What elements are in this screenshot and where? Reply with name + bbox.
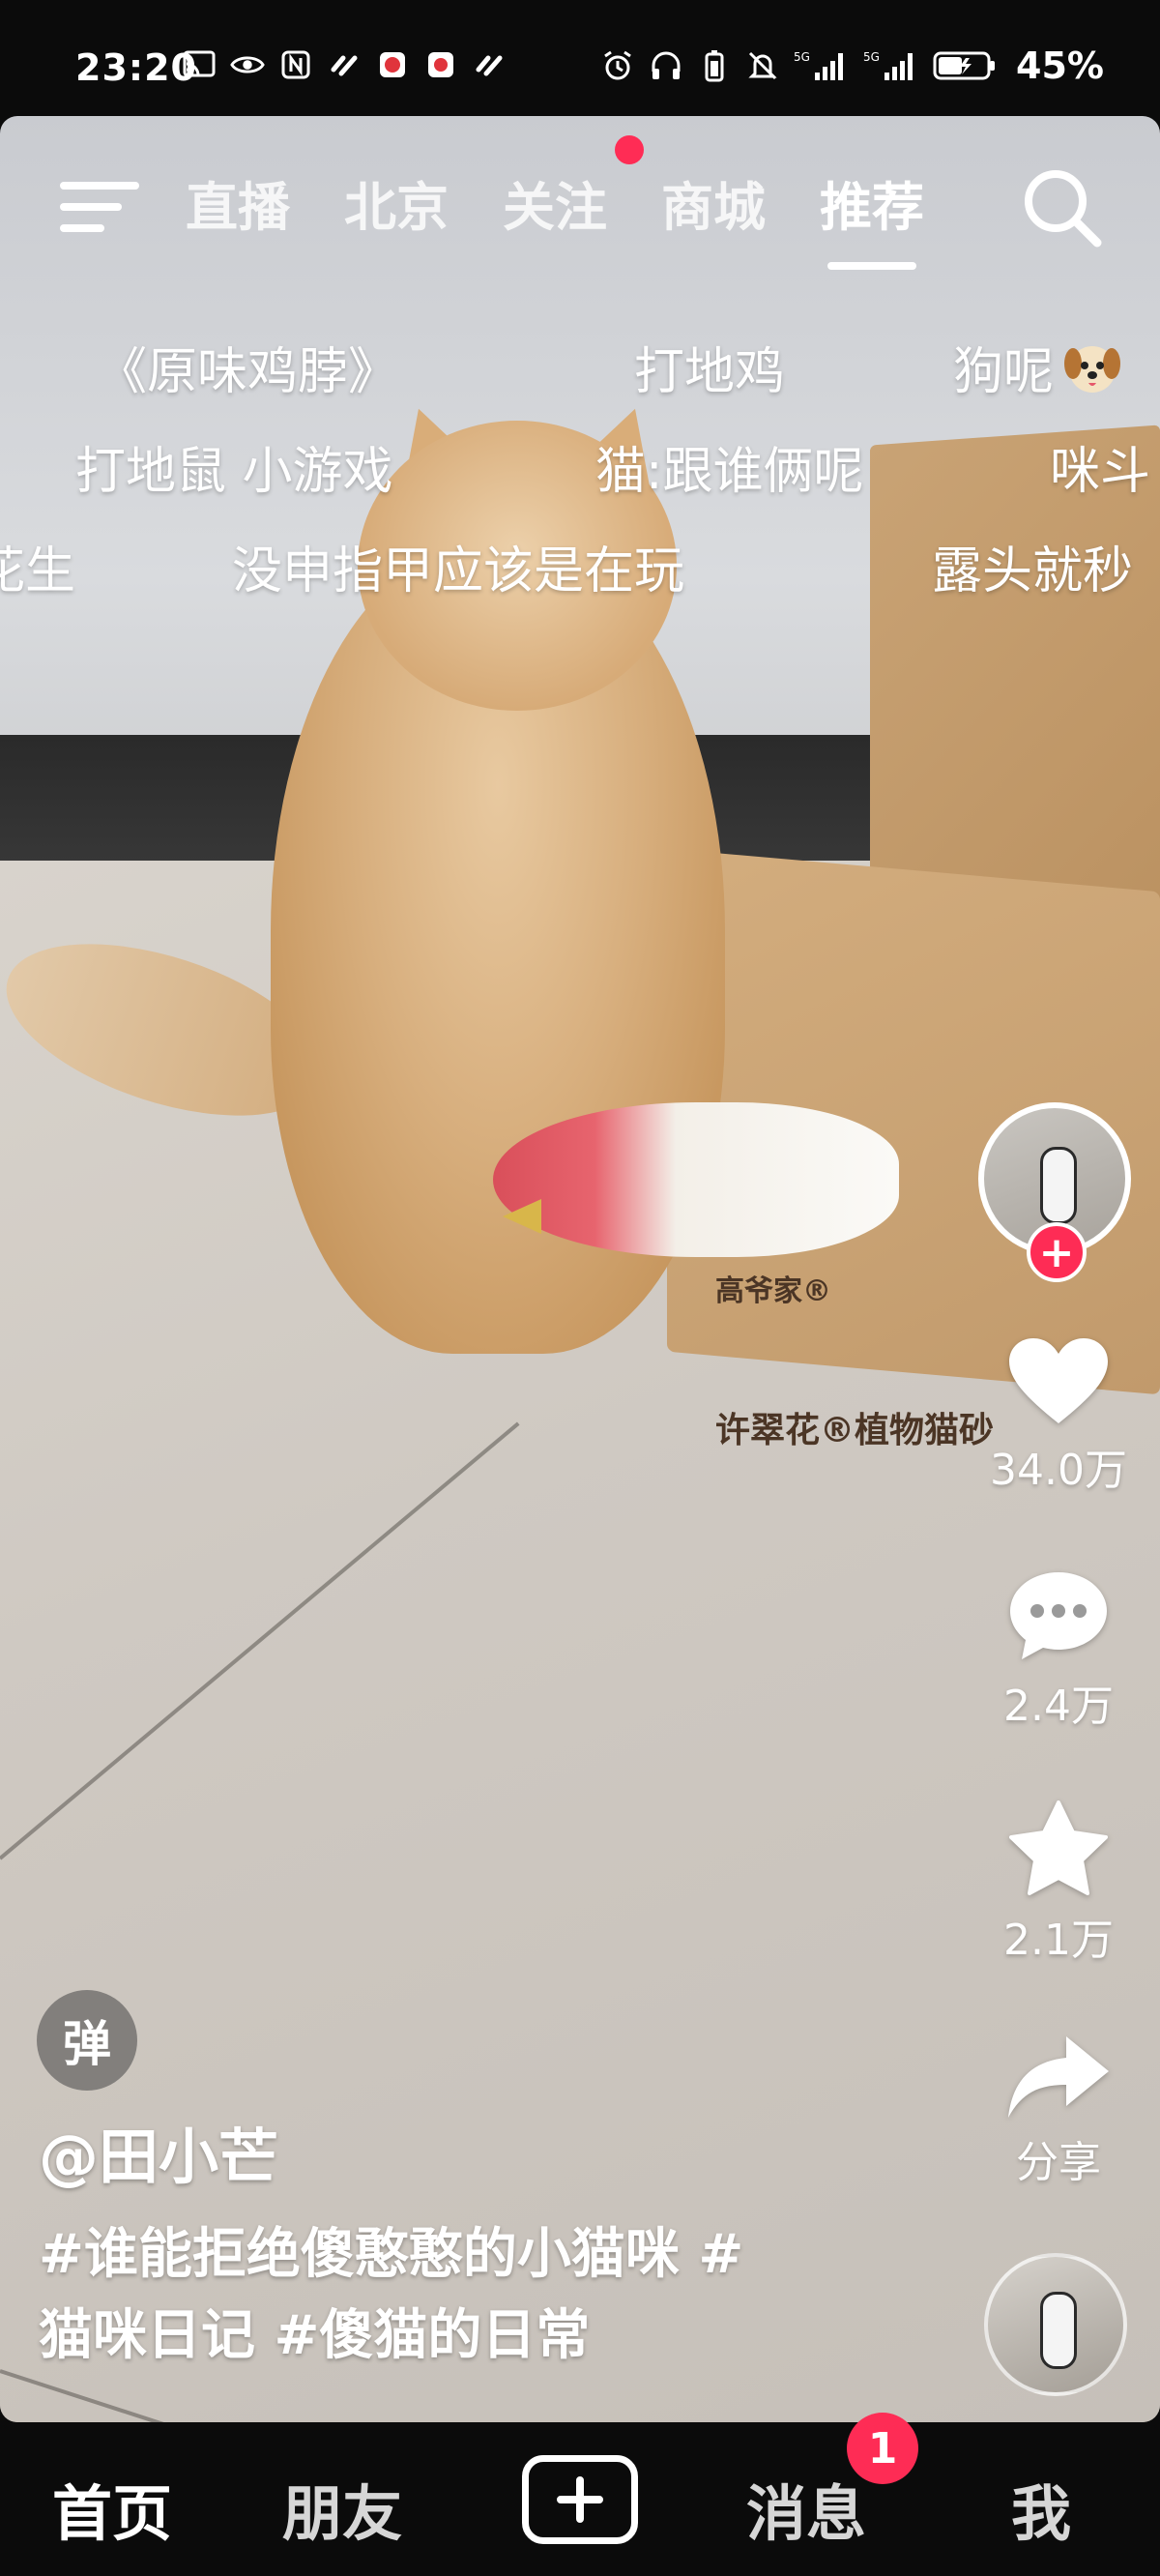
danmaku-comment: 打地鼠 小游戏 (75, 443, 393, 501)
danmaku-comment: 打地鸡 (634, 343, 786, 401)
danmaku-comment: 《原味鸡脖》 (97, 343, 399, 401)
danmaku-comment: 没申指甲应该是在玩 (232, 542, 685, 600)
avatar-figure (1040, 2292, 1077, 2369)
following-notification-dot (615, 135, 644, 164)
menu-icon[interactable] (60, 176, 139, 238)
share-icon (1008, 2036, 1109, 2118)
battery-saver-icon (697, 49, 732, 82)
app-icon (327, 48, 362, 81)
danmaku-comment: 咪斗 (1050, 443, 1151, 501)
video-caption: #谁能拒绝傻憨憨的小猫咪 # 猫咪日记 #傻猫的日常 (39, 2214, 851, 2377)
top-tabs: 直播 北京 关注 商城 推荐 (186, 164, 924, 270)
share-label: 分享 (1016, 2138, 1101, 2187)
headphones-icon (649, 49, 683, 82)
caption-line[interactable]: #谁能拒绝傻憨憨的小猫咪 # (39, 2214, 851, 2296)
plus-icon (557, 2476, 603, 2523)
like-button[interactable]: 34.0万 (967, 1334, 1150, 1497)
nav-home[interactable]: 首页 (52, 2465, 172, 2552)
follow-button[interactable]: + (1027, 1222, 1087, 1282)
app-icon-2 (472, 48, 507, 81)
alarm-icon (600, 49, 635, 82)
svg-text:5G: 5G (863, 50, 880, 64)
signal-5g-icon-2: 5G (863, 49, 919, 82)
author-name[interactable]: @田小芒 (39, 2108, 278, 2195)
app-red-icon (375, 48, 410, 81)
favorite-button[interactable]: 2.1万 (967, 1799, 1150, 1967)
status-left-icons (182, 48, 507, 81)
messages-badge: 1 (847, 2413, 918, 2484)
danmaku-comment: 狗呢 (953, 331, 1123, 403)
like-count: 34.0万 (990, 1446, 1127, 1495)
nav-me[interactable]: 我 (1011, 2465, 1071, 2552)
box-brand-text: 高爷家® (715, 1274, 831, 1308)
status-right-icons: 5G 5G 45% (600, 44, 1104, 87)
eye-icon (230, 48, 265, 81)
battery-percent: 45% (1016, 44, 1104, 87)
tab-beijing[interactable]: 北京 (344, 164, 449, 241)
tab-recommend[interactable]: 推荐 (820, 164, 924, 270)
nav-messages[interactable]: 消息 (746, 2465, 866, 2552)
comment-button[interactable]: 2.4万 (967, 1566, 1150, 1733)
favorite-count: 2.1万 (1003, 1916, 1114, 1965)
svg-text:5G: 5G (794, 50, 810, 64)
dog-emoji-icon (1064, 345, 1121, 393)
danmaku-comment-text: 狗呢 (953, 343, 1055, 401)
caption-line[interactable]: 猫咪日记 #傻猫的日常 (39, 2296, 851, 2377)
nav-friends[interactable]: 朋友 (282, 2465, 402, 2552)
nfc-icon (278, 48, 313, 81)
battery-icon (933, 49, 997, 82)
app-red-icon-2 (423, 48, 458, 81)
danmaku-comment: 猫:跟谁俩呢 (595, 443, 864, 501)
tab-following[interactable]: 关注 (503, 164, 607, 241)
chicken-beak (503, 1199, 541, 1234)
share-button[interactable]: 分享 (967, 2031, 1150, 2189)
music-disc[interactable] (984, 2253, 1127, 2396)
danmaku-toggle-button[interactable]: 弹 (37, 1990, 137, 2091)
comment-icon (1010, 1572, 1107, 1659)
comment-count: 2.4万 (1003, 1682, 1114, 1731)
cast-icon (182, 48, 217, 81)
create-button[interactable] (522, 2455, 638, 2544)
status-time: 23:20 (75, 46, 197, 89)
tab-live[interactable]: 直播 (186, 164, 290, 241)
status-bar: 23:20 5G 5G 45% (0, 0, 1160, 116)
avatar-figure (1040, 1147, 1077, 1224)
bottom-nav: 首页 朋友 消息 1 我 (0, 2413, 1160, 2576)
top-nav: 直播 北京 关注 商城 推荐 (0, 135, 1160, 271)
search-icon[interactable] (1017, 162, 1110, 255)
star-icon (1009, 1800, 1108, 1895)
box-product-text: 许翠花®植物猫砂 (715, 1411, 995, 1450)
danmaku-comment: 花生 (0, 542, 76, 600)
chicken-toy (493, 1102, 899, 1257)
tab-mall[interactable]: 商城 (661, 164, 766, 241)
signal-5g-icon: 5G (794, 49, 850, 82)
heart-icon (1009, 1338, 1108, 1423)
danmaku-comment: 露头就秒 (932, 542, 1134, 600)
mute-icon (745, 49, 780, 82)
